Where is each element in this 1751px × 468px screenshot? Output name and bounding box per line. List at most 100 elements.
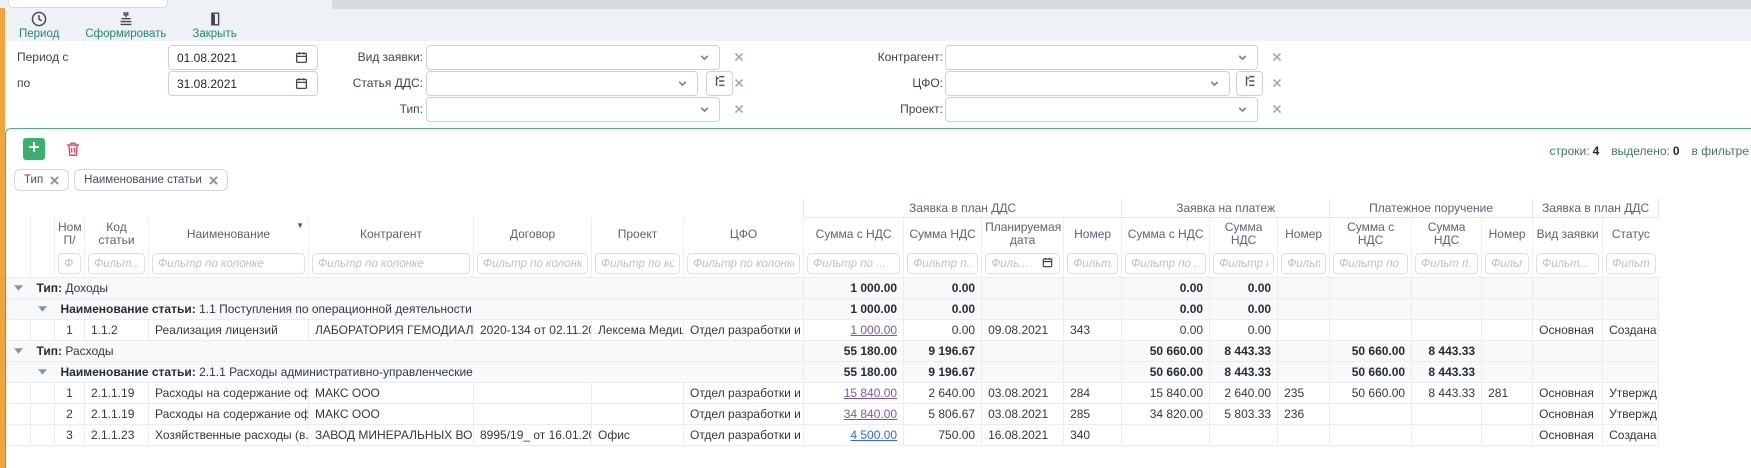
cell-name[interactable]: Реализация лицензий bbox=[149, 319, 309, 340]
column-filter-input[interactable]: Фильтр по колонке bbox=[687, 253, 800, 274]
plan-sum-link[interactable]: 15 840.00 bbox=[844, 386, 897, 400]
column-filter-input[interactable]: Ф bbox=[58, 253, 81, 274]
cell-counterparty[interactable]: ЛАБОРАТОРИЯ ГЕМОДИАЛ... bbox=[309, 319, 474, 340]
group-row[interactable]: Наименование статьи: 1.1 Поступления по … bbox=[7, 298, 1659, 319]
cell-plan_sum[interactable]: 15 840.00 bbox=[804, 382, 904, 403]
cell-status[interactable]: Создана bbox=[1603, 424, 1659, 445]
cell-pay_vat[interactable] bbox=[1210, 424, 1278, 445]
column-filter-input[interactable]: Фильтр по колонке bbox=[477, 253, 588, 274]
chevron-down-icon[interactable] bbox=[676, 77, 689, 90]
plan-sum-link[interactable]: 34 840.00 bbox=[844, 407, 897, 421]
chevron-down-icon[interactable] bbox=[1208, 77, 1221, 90]
group-title[interactable]: Тип: Доходы bbox=[31, 277, 804, 298]
cell-code[interactable]: 2.1.1.19 bbox=[85, 403, 149, 424]
table-row[interactable]: 12.1.1.19Расходы на содержание оф...МАКС… bbox=[7, 382, 1659, 403]
cell-name[interactable]: Расходы на содержание оф... bbox=[149, 382, 309, 403]
plan-sum-link[interactable]: 1 000.00 bbox=[850, 323, 897, 337]
cell-project[interactable]: Офис bbox=[592, 424, 684, 445]
cell-pay_vat[interactable]: 2 640.00 bbox=[1210, 382, 1278, 403]
plan-sum-link[interactable]: 4 500.00 bbox=[850, 428, 897, 442]
column-header-caret1[interactable] bbox=[7, 217, 31, 251]
cell-name[interactable]: Хозяйственные расходы (в... bbox=[149, 424, 309, 445]
cell-plan_num[interactable]: 340 bbox=[1064, 424, 1122, 445]
cell-project[interactable]: Лексема Медиц... bbox=[592, 319, 684, 340]
cfo-tree-button[interactable] bbox=[1236, 71, 1263, 96]
cell-order_vat[interactable] bbox=[1412, 424, 1482, 445]
close-icon[interactable] bbox=[50, 176, 59, 185]
cell-pay_sum[interactable]: 15 840.00 bbox=[1122, 382, 1210, 403]
chevron-down-icon[interactable] bbox=[698, 103, 711, 116]
column-header-cfo[interactable]: ЦФО bbox=[684, 217, 804, 251]
cell-plan_sum[interactable]: 34 840.00 bbox=[804, 403, 904, 424]
column-header-num[interactable]: Ном П/ bbox=[55, 217, 85, 251]
cell-plan_date[interactable]: 16.08.2021 bbox=[982, 424, 1064, 445]
close-button[interactable]: Закрыть bbox=[192, 10, 236, 40]
column-filter-input[interactable]: Фильтр по кол... bbox=[595, 253, 680, 274]
column-header-project[interactable]: Проект bbox=[592, 217, 684, 251]
group-chip-type[interactable]: Тип bbox=[14, 169, 69, 191]
cell-counterparty[interactable]: МАКС ООО bbox=[309, 403, 474, 424]
group-row[interactable]: Тип: Доходы1 000.000.000.000.00 bbox=[7, 277, 1659, 298]
cell-code[interactable]: 2.1.1.23 bbox=[85, 424, 149, 445]
cfo-select[interactable] bbox=[945, 71, 1230, 96]
cell-plan_vat[interactable]: 750.00 bbox=[904, 424, 982, 445]
table-row[interactable]: 32.1.1.23Хозяйственные расходы (в...ЗАВО… bbox=[7, 424, 1659, 445]
cell-req_kind[interactable]: Основная bbox=[1533, 424, 1603, 445]
cell-num[interactable]: 1 bbox=[55, 382, 85, 403]
cell-order_num[interactable] bbox=[1482, 403, 1533, 424]
cell-num[interactable]: 2 bbox=[55, 403, 85, 424]
column-filter-input[interactable]: Фильт... bbox=[1485, 253, 1529, 274]
collapse-caret-icon[interactable] bbox=[7, 340, 31, 361]
cell-plan_vat[interactable]: 2 640.00 bbox=[904, 382, 982, 403]
add-row-button[interactable] bbox=[23, 138, 45, 160]
column-filter-input[interactable]: Фильт... bbox=[1281, 253, 1326, 274]
column-filter-input[interactable]: Фильтр по колонке bbox=[152, 253, 305, 274]
cell-code[interactable]: 1.1.2 bbox=[85, 319, 149, 340]
cell-order_num[interactable] bbox=[1482, 424, 1533, 445]
cell-status[interactable]: Утвержд... bbox=[1603, 382, 1659, 403]
cell-pay_sum[interactable]: 34 820.00 bbox=[1122, 403, 1210, 424]
cell-req_kind[interactable]: Основная bbox=[1533, 319, 1603, 340]
cell-plan_vat[interactable]: 0.00 bbox=[904, 319, 982, 340]
cell-code[interactable]: 2.1.1.19 bbox=[85, 382, 149, 403]
cell-pay_vat[interactable]: 5 803.33 bbox=[1210, 403, 1278, 424]
calendar-icon[interactable] bbox=[1041, 256, 1054, 272]
column-filter-input[interactable]: Фильт... bbox=[1606, 253, 1656, 274]
cell-order_vat[interactable] bbox=[1412, 319, 1482, 340]
cell-status[interactable]: Создана bbox=[1603, 319, 1659, 340]
column-filter-input[interactable]: Фильтр п... bbox=[1213, 253, 1274, 274]
group-chip-article-name[interactable]: Наименование статьи bbox=[74, 169, 228, 191]
cell-plan_date[interactable]: 03.08.2021 bbox=[982, 382, 1064, 403]
group-row[interactable]: Тип: Расходы55 180.009 196.6750 660.008 … bbox=[7, 340, 1659, 361]
cell-num[interactable]: 1 bbox=[55, 319, 85, 340]
period-from-input[interactable]: 01.08.2021 bbox=[168, 45, 318, 70]
generate-button[interactable]: Сформировать bbox=[85, 10, 166, 40]
cell-cfo[interactable]: Отдел разработки и IT... bbox=[684, 382, 804, 403]
column-header-counterparty[interactable]: Контрагент bbox=[309, 217, 474, 251]
column-header-req_kind[interactable]: Вид заявки bbox=[1533, 217, 1603, 251]
column-filter-input[interactable]: Фильт... bbox=[1536, 253, 1599, 274]
cell-order_num[interactable] bbox=[1482, 319, 1533, 340]
cell-order_sum[interactable]: 50 660.00 bbox=[1330, 382, 1412, 403]
column-header-pay_sum[interactable]: Сумма с НДС bbox=[1122, 217, 1210, 251]
column-filter-input[interactable]: Фильтр по ... bbox=[1125, 253, 1206, 274]
cell-counterparty[interactable]: МАКС ООО bbox=[309, 382, 474, 403]
cell-order_num[interactable]: 281 bbox=[1482, 382, 1533, 403]
cell-plan_num[interactable]: 285 bbox=[1064, 403, 1122, 424]
cell-order_sum[interactable] bbox=[1330, 403, 1412, 424]
close-icon[interactable] bbox=[209, 176, 218, 185]
column-header-plan_num[interactable]: Номер bbox=[1064, 217, 1122, 251]
cell-pay_num[interactable]: 235 bbox=[1278, 382, 1330, 403]
delete-row-button[interactable] bbox=[63, 139, 83, 159]
cell-pay_vat[interactable]: 0.00 bbox=[1210, 319, 1278, 340]
cell-plan_date[interactable]: 03.08.2021 bbox=[982, 403, 1064, 424]
group-title[interactable]: Наименование статьи: 2.1.1 Расходы админ… bbox=[55, 361, 804, 382]
collapse-caret-icon[interactable] bbox=[7, 277, 31, 298]
cell-order_vat[interactable]: 8 443.33 bbox=[1412, 382, 1482, 403]
column-header-plan_vat[interactable]: Сумма НДС bbox=[904, 217, 982, 251]
cell-pay_sum[interactable] bbox=[1122, 424, 1210, 445]
column-header-caret2[interactable] bbox=[31, 217, 55, 251]
group-title[interactable]: Наименование статьи: 1.1 Поступления по … bbox=[55, 298, 804, 319]
cell-status[interactable]: Утвержд... bbox=[1603, 403, 1659, 424]
column-header-code[interactable]: Код статьи bbox=[85, 217, 149, 251]
